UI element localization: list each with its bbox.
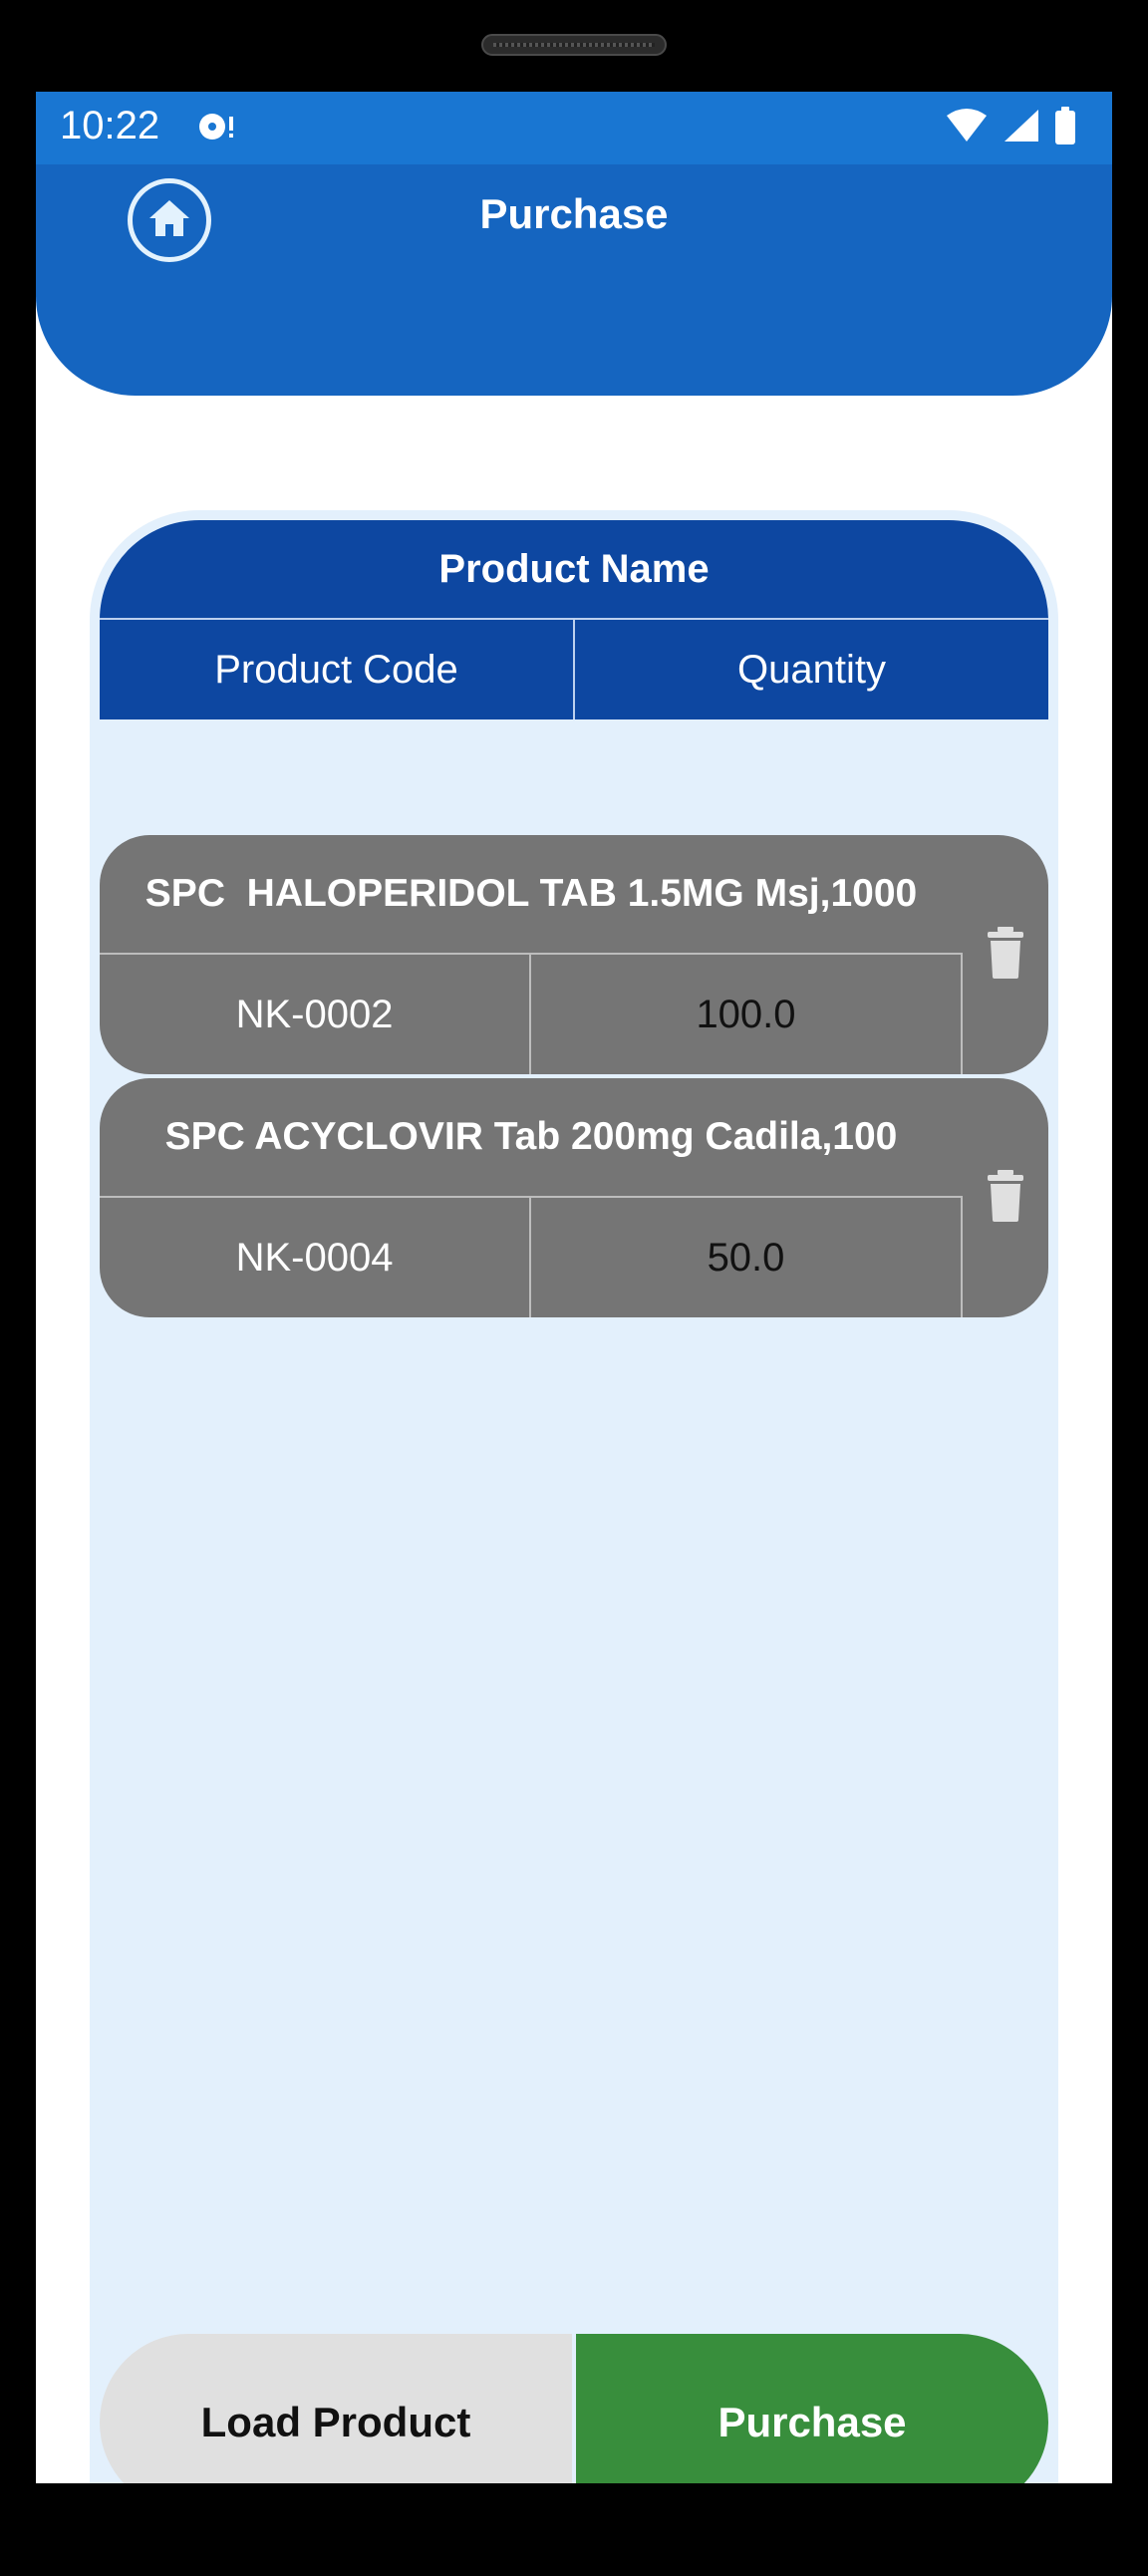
app-screen: 10:22 Purchase Product Name Product Code… [36, 92, 1112, 2483]
delete-button[interactable] [963, 835, 1048, 1074]
table-header-row: Product Code Quantity [100, 620, 1048, 719]
trash-icon [986, 926, 1025, 984]
app-header: Purchase [36, 164, 1112, 396]
status-bar: 10:22 [36, 92, 1112, 164]
disc-alert-icon [197, 111, 233, 144]
header-quantity: Quantity [573, 620, 1048, 719]
product-code: NK-0002 [100, 955, 531, 1074]
phone-frame: 10:22 Purchase Product Name Product Code… [0, 0, 1148, 2576]
product-quantity: 100.0 [531, 955, 963, 1074]
cell-signal-icon [1003, 108, 1040, 148]
product-item: SPC ACYCLOVIR Tab 200mg Cadila,100 NK-00… [100, 1078, 1048, 1317]
header-product-code: Product Code [214, 647, 458, 692]
load-product-button[interactable]: Load Product [100, 2334, 572, 2483]
page-title: Purchase [479, 190, 669, 237]
wifi-icon [945, 108, 989, 148]
product-code: NK-0004 [100, 1198, 531, 1317]
trash-icon [986, 1169, 1025, 1227]
delete-button[interactable] [963, 1078, 1048, 1317]
purchase-panel: Product Name Product Code Quantity SPC H… [90, 510, 1058, 2483]
status-time: 10:22 [60, 104, 160, 147]
product-quantity: 50.0 [531, 1198, 963, 1317]
bottom-bezel [0, 2483, 1148, 2576]
purchase-button[interactable]: Purchase [576, 2334, 1048, 2483]
action-buttons: Load Product Purchase [100, 2334, 1048, 2483]
product-item: SPC HALOPERIDOL TAB 1.5MG Msj,1000 NK-00… [100, 835, 1048, 1074]
status-icons [945, 106, 1076, 149]
product-name: SPC HALOPERIDOL TAB 1.5MG Msj,1000 [100, 835, 963, 955]
product-name: SPC ACYCLOVIR Tab 200mg Cadila,100 [100, 1078, 963, 1198]
earpiece-speaker [481, 34, 667, 56]
header-product-name: Product Name [100, 520, 1048, 620]
battery-icon [1054, 106, 1076, 149]
